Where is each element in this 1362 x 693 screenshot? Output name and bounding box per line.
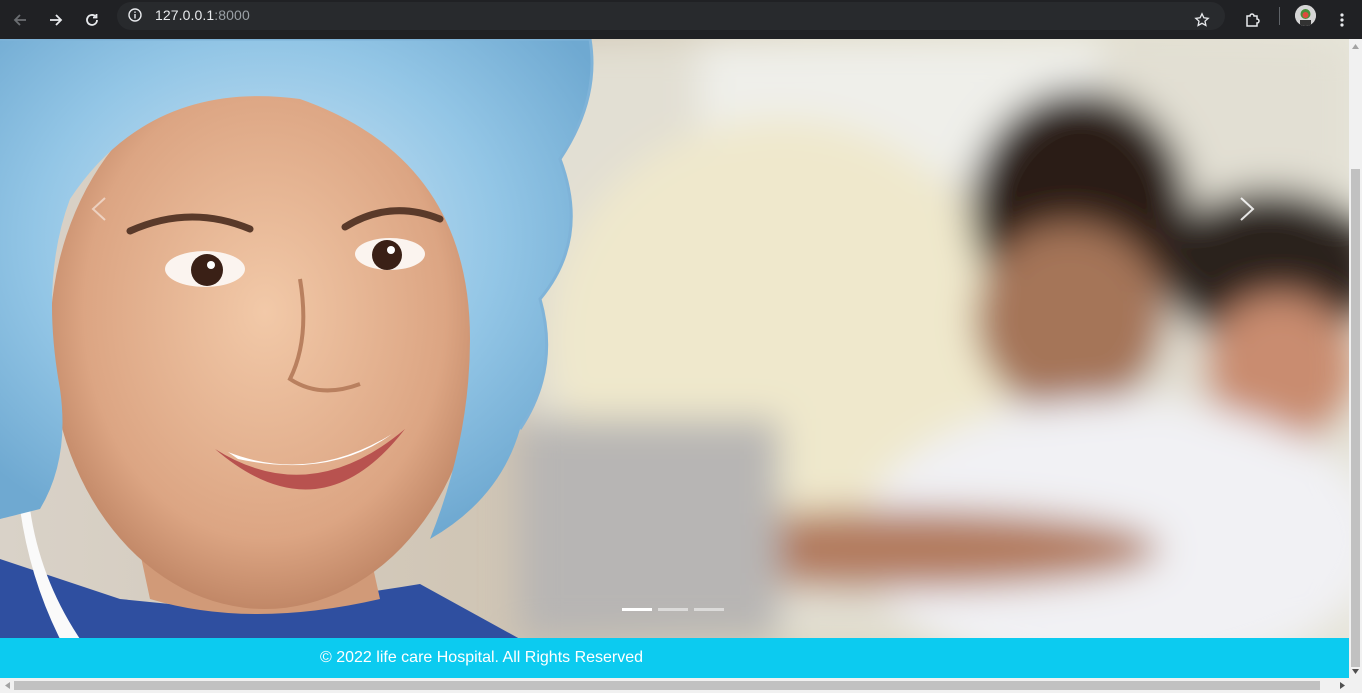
forward-arrow-icon[interactable] [41, 5, 71, 35]
copyright-text: © 2022 life care Hospital. All Rights Re… [320, 649, 644, 666]
reload-icon[interactable] [77, 5, 107, 35]
scroll-right-arrow-icon[interactable] [1335, 678, 1349, 693]
scroll-up-arrow-icon[interactable] [1349, 39, 1362, 53]
kebab-menu-icon[interactable] [1327, 5, 1357, 35]
carousel-next-icon[interactable] [1233, 194, 1263, 224]
url-text[interactable]: 127.0.0.1:8000 [155, 7, 250, 23]
vertical-scrollbar[interactable] [1349, 39, 1362, 678]
hero-slide-image [0, 39, 1349, 639]
carousel-indicators [622, 608, 724, 611]
browser-toolbar: 127.0.0.1:8000 [0, 0, 1362, 39]
horizontal-scroll-thumb[interactable] [14, 681, 1320, 690]
carousel-indicator-3[interactable] [694, 608, 724, 611]
horizontal-scrollbar[interactable] [0, 678, 1362, 693]
page-viewport: © 2022 life care Hospital. All Rights Re… [0, 39, 1349, 678]
puzzle-icon[interactable] [1238, 5, 1268, 35]
carousel-indicator-2[interactable] [658, 608, 688, 611]
carousel-indicator-1[interactable] [622, 608, 652, 611]
site-footer: © 2022 life care Hospital. All Rights Re… [0, 638, 1349, 678]
vertical-scroll-thumb[interactable] [1351, 169, 1360, 667]
hero-carousel [0, 39, 1349, 639]
scroll-down-arrow-icon[interactable] [1349, 664, 1362, 678]
profile-avatar[interactable] [1295, 5, 1316, 26]
toolbar-divider [1279, 7, 1280, 25]
address-bar[interactable] [117, 2, 1225, 30]
carousel-prev-icon[interactable] [85, 194, 115, 224]
site-info-icon[interactable] [127, 7, 143, 28]
back-arrow-icon[interactable] [5, 5, 35, 35]
scroll-left-arrow-icon[interactable] [0, 678, 14, 693]
star-icon[interactable] [1187, 5, 1217, 35]
